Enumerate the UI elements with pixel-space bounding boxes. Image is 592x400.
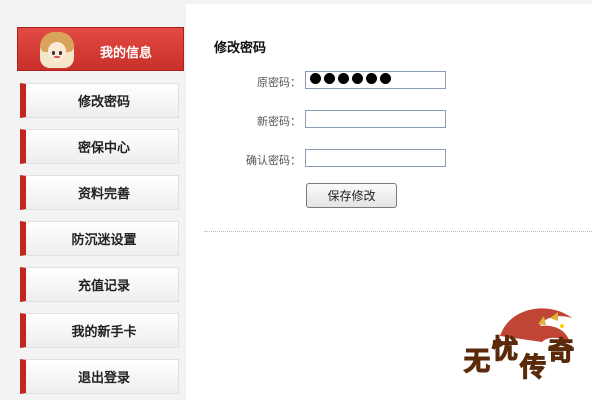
svg-text:忧: 忧 — [492, 335, 518, 365]
confirm-password-field[interactable] — [305, 149, 446, 167]
page-title: 修改密码 — [214, 41, 267, 56]
old-password-label: 原密码： — [257, 76, 301, 89]
sidebar: 我的信息 修改密码 密保中心 资料完善 防沉迷设置 充值记录 我的新手卡 退出登… — [0, 0, 192, 400]
sidebar-item-anti-addiction[interactable]: 防沉迷设置 — [20, 221, 179, 256]
profile-label: 我的信息 — [100, 46, 153, 61]
confirm-password-label: 确认密码： — [246, 154, 301, 167]
sidebar-item-security-center[interactable]: 密保中心 — [20, 129, 179, 164]
dragon-logo-icon: 无 忧 传 奇 — [463, 308, 575, 384]
sidebar-item-newbie-card[interactable]: 我的新手卡 — [20, 313, 179, 348]
sidebar-item-change-password[interactable]: 修改密码 — [20, 83, 179, 118]
divider — [204, 231, 592, 232]
profile-header[interactable]: 我的信息 — [17, 27, 184, 71]
sidebar-item-logout[interactable]: 退出登录 — [20, 359, 179, 394]
sidebar-item-complete-profile[interactable]: 资料完善 — [20, 175, 179, 210]
svg-text:奇: 奇 — [548, 337, 574, 367]
sidebar-item-recharge-history[interactable]: 充值记录 — [20, 267, 179, 302]
save-button[interactable]: 保存修改 — [306, 183, 397, 208]
svg-text:无: 无 — [464, 347, 490, 377]
new-password-field[interactable] — [305, 110, 446, 128]
avatar — [40, 32, 74, 68]
new-password-label: 新密码： — [257, 115, 301, 128]
old-password-field[interactable] — [305, 71, 446, 89]
password-mask — [310, 73, 391, 84]
svg-text:传: 传 — [519, 353, 546, 383]
